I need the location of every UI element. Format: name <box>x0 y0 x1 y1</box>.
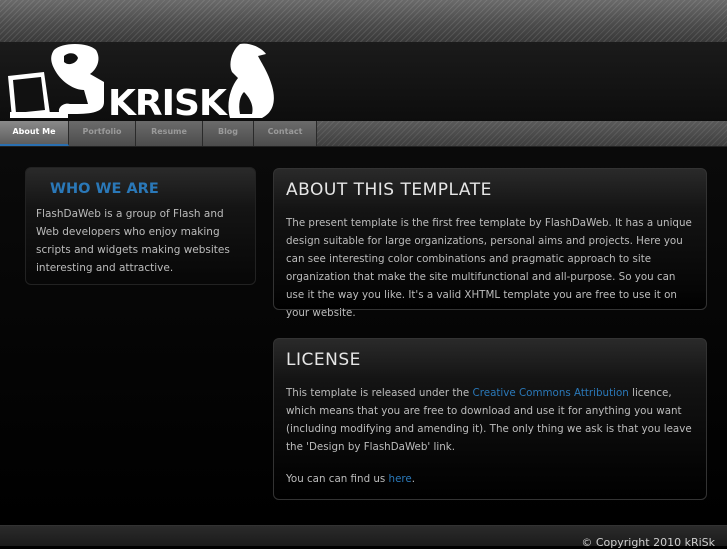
nav-blog[interactable]: Blog <box>203 121 254 146</box>
nav-resume[interactable]: Resume <box>136 121 203 146</box>
creative-commons-link[interactable]: Creative Commons Attribution <box>473 387 629 399</box>
find-us-link[interactable]: here <box>389 473 412 485</box>
top-decorative-band <box>0 0 727 43</box>
license-heading: LICENSE <box>286 350 361 370</box>
copyright-text: © Copyright 2010 kRiSk <box>581 536 715 549</box>
main-navigation: About Me Portfolio Resume Blog Contact <box>0 121 727 147</box>
nav-contact[interactable]: Contact <box>254 121 317 146</box>
who-we-are-text: FlashDaWeb is a group of Flash and Web d… <box>36 208 230 274</box>
footer: © Copyright 2010 kRiSk <box>0 525 727 549</box>
find-us-text: You can can find us here. <box>286 470 696 488</box>
about-heading: ABOUT THIS TEMPLATE <box>286 180 492 200</box>
find-us-before: You can can find us <box>286 473 389 485</box>
who-we-are-heading: WHO WE ARE <box>50 181 159 197</box>
about-text: The present template is the first free t… <box>286 217 692 319</box>
find-us-after: . <box>411 473 416 485</box>
license-text: This template is released under the Crea… <box>286 384 696 456</box>
nav-portfolio[interactable]: Portfolio <box>69 121 136 146</box>
logo-wordmark: KRISK <box>108 83 227 124</box>
nav-about-me[interactable]: About Me <box>0 121 69 146</box>
header: KRISK <box>0 42 727 124</box>
license-text-before: This template is released under the <box>286 387 473 399</box>
